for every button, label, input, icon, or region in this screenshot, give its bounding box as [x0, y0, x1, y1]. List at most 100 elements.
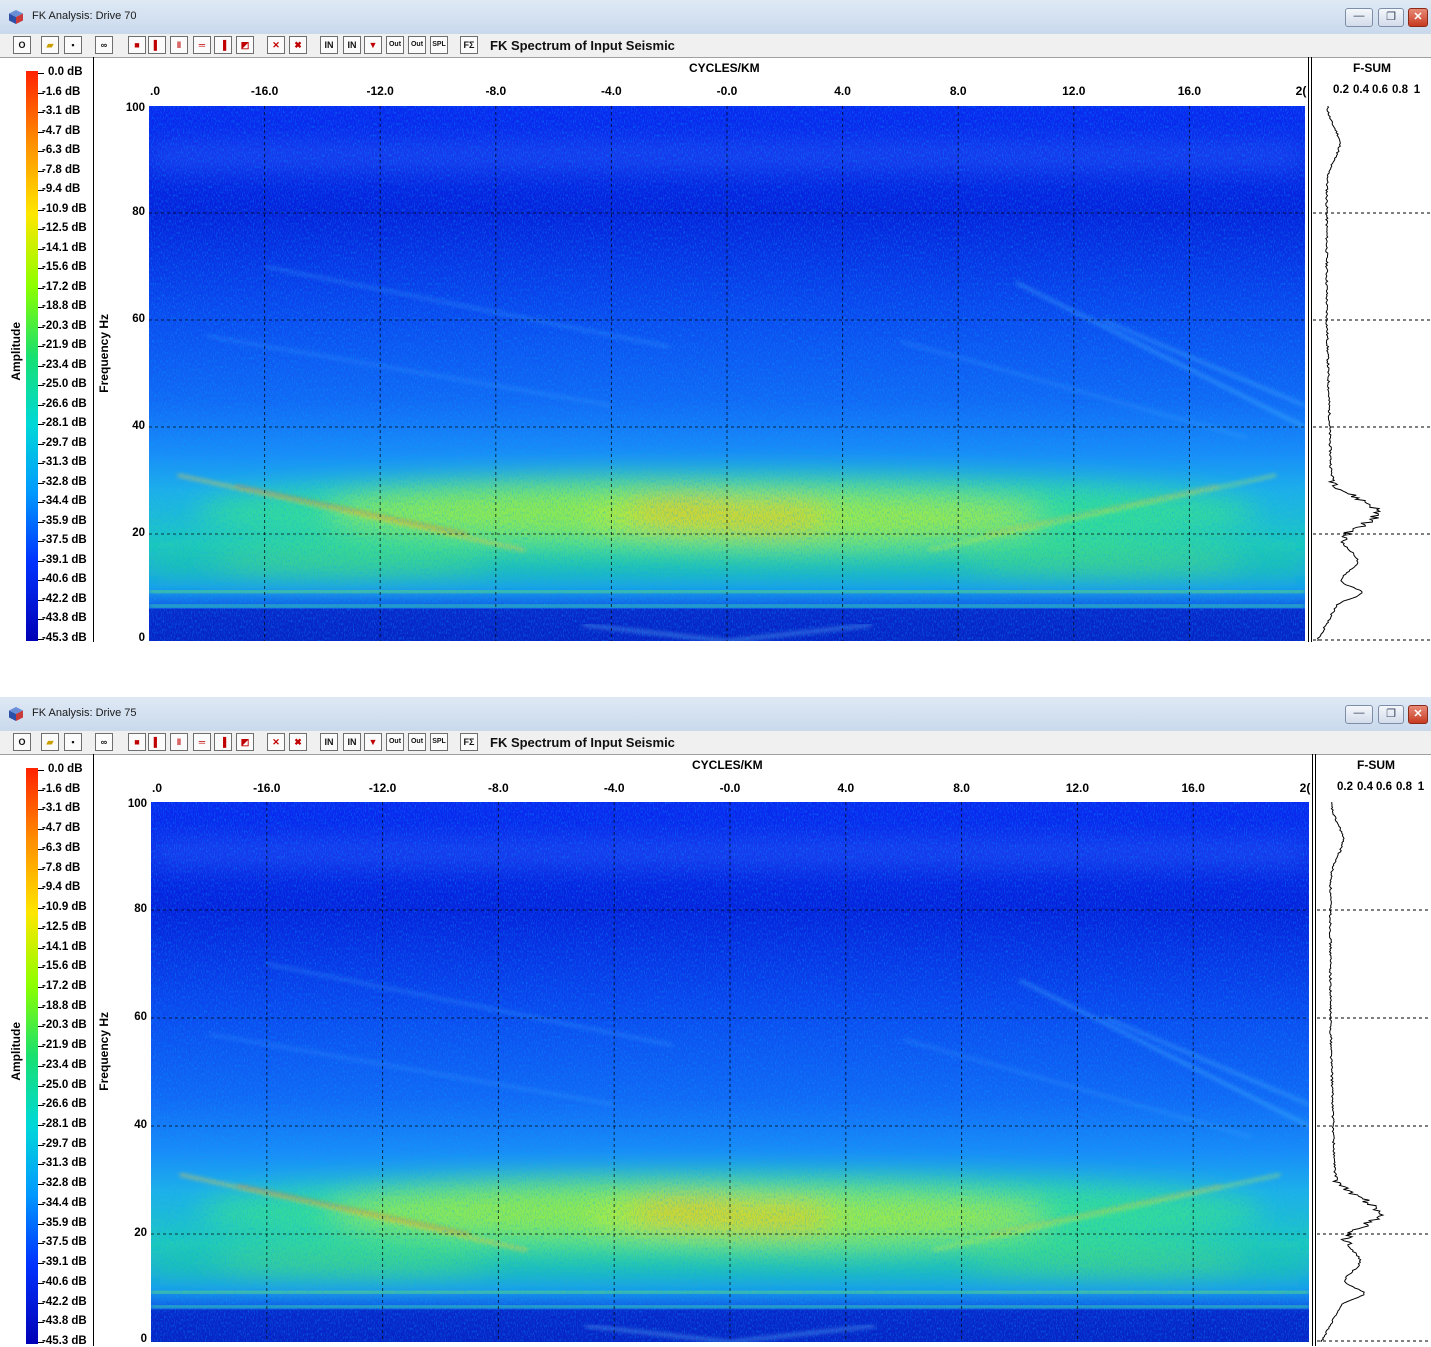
view-split-horizontal-button[interactable]: ═ — [193, 36, 211, 54]
input-in-icon: IN — [324, 737, 334, 747]
title-bar: FK Analysis: Drive 70 — ❐ ✕ — [0, 0, 1431, 35]
app-cube-icon — [8, 9, 24, 25]
x-tick-label: -16.0 — [250, 84, 279, 98]
panel-divider — [1312, 754, 1313, 1346]
binoculars-icon: ∞ — [100, 40, 108, 50]
colorbar-label: -42.2 dB — [42, 1295, 87, 1308]
colorbar-label: -42.2 dB — [42, 592, 87, 605]
fsum-trace — [1317, 802, 1431, 1342]
panel-divider — [1308, 57, 1309, 642]
fsum-button[interactable]: FΣ — [460, 733, 478, 751]
minimize-button[interactable]: — — [1345, 8, 1373, 27]
window-title: FK Analysis: Drive 70 — [32, 10, 137, 22]
input-in-alt-button[interactable]: IN — [343, 733, 361, 751]
binoculars-button[interactable]: ∞ — [95, 36, 113, 54]
maximize-button[interactable]: ❐ — [1378, 8, 1404, 27]
save-button[interactable]: ▪ — [64, 36, 82, 54]
input-in-alt-button[interactable]: IN — [343, 36, 361, 54]
fsum-plot[interactable] — [1317, 802, 1431, 1342]
open-folder-button[interactable]: ▰ — [41, 733, 59, 751]
save-button[interactable]: ▪ — [64, 733, 82, 751]
y-tick-label: 40 — [132, 420, 145, 432]
output-out-alt-button[interactable]: Out — [408, 36, 426, 54]
output-out-button[interactable]: Out — [386, 36, 404, 54]
view-corner-button[interactable]: ◩ — [236, 36, 254, 54]
colorbar-label: -25.0 dB — [42, 378, 87, 391]
fk-spectrum-plot[interactable] — [149, 106, 1305, 641]
colorbar-label: -43.8 dB — [42, 612, 87, 625]
mute-zone-icon: ✕ — [272, 737, 280, 747]
colorbar-label: -31.3 dB — [42, 1157, 87, 1170]
filter-down-button[interactable]: ▼ — [364, 733, 382, 751]
view-split-vertical-button[interactable]: ‖ — [170, 36, 188, 54]
fsum-plot[interactable] — [1313, 106, 1431, 641]
output-out-icon: Out — [388, 41, 402, 48]
colorbar-label: -17.2 dB — [42, 280, 87, 293]
save-icon: ▪ — [71, 737, 75, 747]
colorbar-label: -15.6 dB — [42, 261, 87, 274]
colorbar-label: -37.5 dB — [42, 534, 87, 547]
x-tick-label: -0.0 — [719, 781, 741, 795]
colorbar-label: -26.6 dB — [42, 1098, 87, 1111]
minimize-button[interactable]: — — [1345, 705, 1373, 724]
spectrum-image — [149, 106, 1305, 641]
input-in-button[interactable]: IN — [320, 36, 338, 54]
amplitude-axis-title: Amplitude — [9, 322, 23, 381]
view-left-button[interactable]: ▌ — [148, 36, 166, 54]
view-full-icon: ■ — [134, 737, 140, 747]
x-tick-label: .0 — [151, 781, 163, 795]
view-corner-button[interactable]: ◩ — [236, 733, 254, 751]
view-full-button[interactable]: ■ — [128, 36, 146, 54]
maximize-icon: ❐ — [1386, 708, 1396, 720]
mute-clear-icon: ✖ — [294, 737, 302, 747]
spl-button[interactable]: SPL — [430, 36, 448, 54]
fsum-tick-label: 0.4 — [1353, 84, 1369, 96]
mute-zone-button[interactable]: ✕ — [267, 36, 285, 54]
output-out-alt-button[interactable]: Out — [408, 733, 426, 751]
spl-icon: SPL — [432, 738, 446, 745]
view-right-button[interactable]: ▐ — [214, 36, 232, 54]
fsum-tick-label: 0.8 — [1392, 84, 1408, 96]
mute-zone-button[interactable]: ✕ — [267, 733, 285, 751]
y-tick-label: 60 — [132, 313, 145, 325]
binoculars-button[interactable]: ∞ — [95, 733, 113, 751]
open-circle-button[interactable]: O — [13, 36, 31, 54]
filter-down-button[interactable]: ▼ — [364, 36, 382, 54]
window-title: FK Analysis: Drive 75 — [32, 707, 137, 719]
y-tick-label: 80 — [132, 206, 145, 218]
fsum-button[interactable]: FΣ — [460, 36, 478, 54]
colorbar-label: -4.7 dB — [42, 822, 81, 835]
close-button[interactable]: ✕ — [1408, 705, 1428, 724]
app-cube-icon — [8, 706, 24, 722]
open-circle-button[interactable]: O — [13, 733, 31, 751]
fk-spectrum-plot[interactable] — [151, 802, 1309, 1342]
frequency-axis-title: Frequency Hz — [97, 313, 111, 393]
spectrum-label: FK Spectrum of Input Seismic — [490, 735, 675, 750]
fsum-curve — [1320, 802, 1385, 1342]
close-button[interactable]: ✕ — [1408, 8, 1428, 27]
fsum-icon: FΣ — [463, 40, 475, 50]
spl-button[interactable]: SPL — [430, 733, 448, 751]
filter-down-icon: ▼ — [368, 40, 378, 50]
view-right-button[interactable]: ▐ — [214, 733, 232, 751]
fsum-tick-label: 0.4 — [1357, 781, 1373, 793]
mute-clear-button[interactable]: ✖ — [289, 733, 307, 751]
view-split-horizontal-button[interactable]: ═ — [193, 733, 211, 751]
view-full-button[interactable]: ■ — [128, 733, 146, 751]
panel-divider — [93, 57, 94, 642]
fsum-tick-label: 0.6 — [1372, 84, 1388, 96]
colorbar-label: -35.9 dB — [42, 514, 87, 527]
input-in-alt-icon: IN — [347, 40, 357, 50]
view-split-vertical-button[interactable]: ‖ — [170, 733, 188, 751]
input-in-button[interactable]: IN — [320, 733, 338, 751]
open-folder-button[interactable]: ▰ — [41, 36, 59, 54]
view-left-button[interactable]: ▌ — [148, 733, 166, 751]
maximize-button[interactable]: ❐ — [1378, 705, 1404, 724]
output-out-button[interactable]: Out — [386, 733, 404, 751]
x-tick-label: 16.0 — [1181, 781, 1205, 795]
mute-clear-button[interactable]: ✖ — [289, 36, 307, 54]
colorbar-label: -35.9 dB — [42, 1216, 87, 1229]
mute-clear-icon: ✖ — [294, 40, 302, 50]
view-corner-icon: ◩ — [240, 737, 250, 747]
colorbar-label: -40.6 dB — [42, 1275, 87, 1288]
